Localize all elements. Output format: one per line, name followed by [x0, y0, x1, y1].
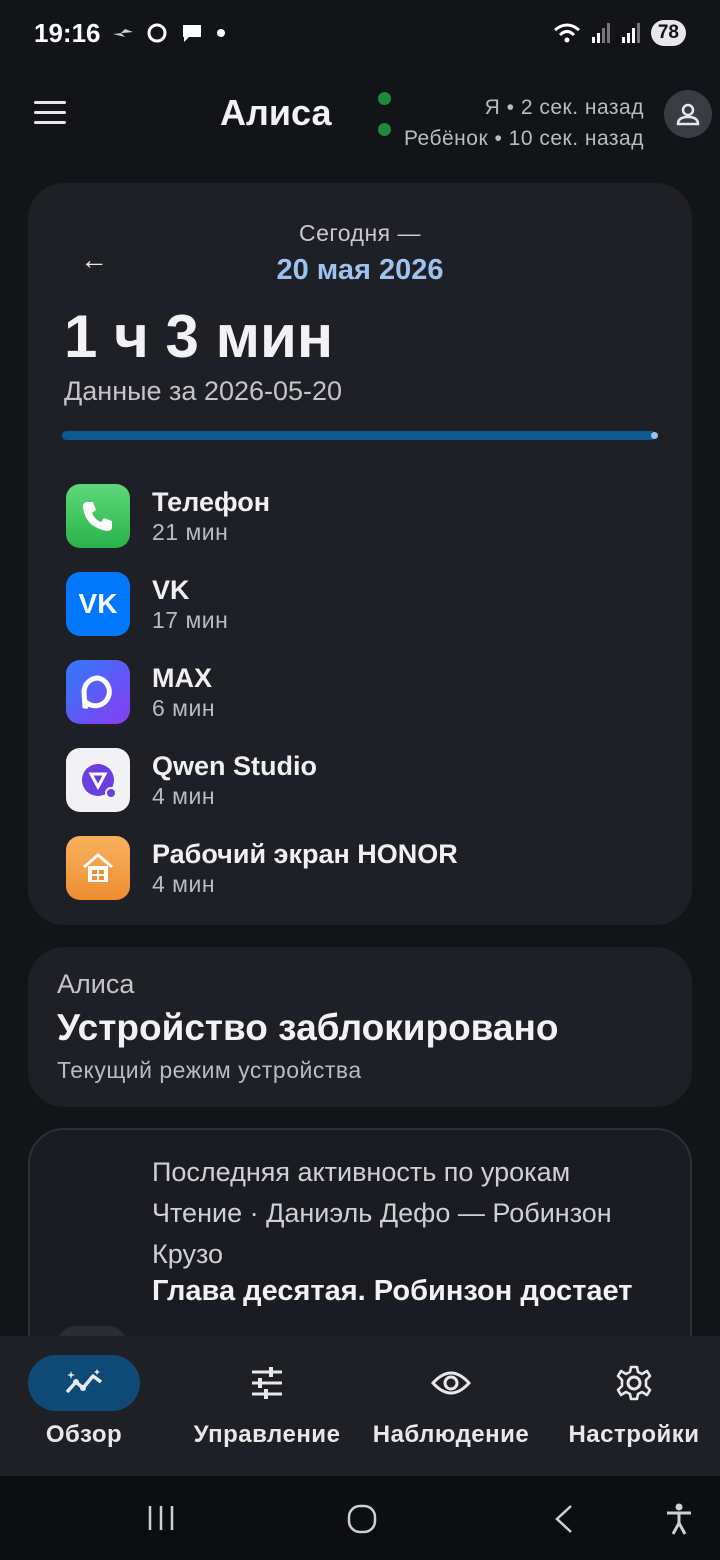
bottom-navigation: Обзор Управление Наблюдение Настройки: [0, 1336, 720, 1476]
app-time: 17 мин: [152, 607, 229, 633]
wifi-icon: [553, 23, 580, 43]
vk-icon: VK: [66, 572, 130, 636]
status-system-icons: 78: [553, 20, 686, 46]
recents-icon[interactable]: [146, 1504, 176, 1532]
person-icon: [676, 103, 700, 126]
online-dot: [377, 92, 391, 105]
lessons-heading: Последняя активность по урокам: [152, 1157, 571, 1187]
max-app-icon: [147, 23, 167, 43]
tab-overview[interactable]: Обзор: [24, 1336, 144, 1449]
tab-settings-pill: [578, 1355, 690, 1411]
tab-management-pill: [211, 1355, 323, 1411]
device-mode-status: Устройство заблокировано: [57, 1007, 559, 1048]
presence-me-label: Я • 2 сек. назад: [484, 96, 644, 119]
lesson-subject: Чтение · Даниэль Дефо — Робинзон Крузо: [152, 1198, 612, 1269]
list-item[interactable]: Телефон 21 мин: [66, 472, 666, 560]
qwen-icon: [66, 748, 130, 812]
list-item[interactable]: VK VK 17 мин: [66, 560, 666, 648]
progress-knob: [651, 432, 658, 439]
menu-icon-line: [34, 111, 66, 114]
system-navigation-bar: [0, 1476, 720, 1560]
max-icon: [66, 660, 130, 724]
app-name: VK: [152, 575, 190, 605]
device-mode-caption: Текущий режим устройства: [57, 1057, 362, 1083]
date-picker[interactable]: 20 мая 2026: [0, 254, 720, 287]
tab-settings[interactable]: Настройки: [566, 1336, 702, 1449]
usage-progress-bar: [62, 431, 658, 440]
total-screen-time: 1 ч 3 мин: [64, 303, 334, 370]
sliders-icon: [252, 1367, 282, 1399]
presence-child-label: Ребёнок • 10 сек. назад: [403, 127, 644, 150]
tab-monitoring-label: Наблюдение: [372, 1421, 530, 1448]
presence-row-child: Ребёнок • 10 сек. назад: [377, 123, 644, 154]
eye-icon: [431, 1371, 471, 1395]
lesson-chapter: Глава десятая. Робинзон достает: [152, 1275, 633, 1307]
airplane-like-icon: [113, 29, 133, 37]
gear-icon: [616, 1365, 652, 1401]
chat-bubble-icon: [183, 25, 201, 42]
device-owner: Алиса: [57, 969, 135, 999]
avatar[interactable]: [664, 90, 712, 138]
app-name: Qwen Studio: [152, 751, 317, 781]
app-time: 4 мин: [152, 871, 216, 897]
signal-icon: [621, 23, 640, 43]
presence-row-me: Я • 2 сек. назад: [377, 92, 644, 123]
page-title: Алиса: [220, 92, 332, 133]
lessons-heading-block: Последняя активность по урокам Чтение · …: [152, 1152, 672, 1275]
app-time: 21 мин: [152, 519, 229, 545]
phone-icon: [66, 484, 130, 548]
app-name: MAX: [152, 663, 212, 693]
tab-management[interactable]: Управление: [190, 1336, 344, 1449]
menu-button[interactable]: [34, 101, 66, 125]
usage-progress-fill: [62, 431, 658, 440]
today-label: Сегодня —: [298, 220, 422, 246]
list-item[interactable]: MAX 6 мин: [66, 648, 666, 736]
back-icon[interactable]: [552, 1504, 576, 1534]
status-time: 19:16: [34, 18, 101, 48]
overview-chart-icon: [65, 1369, 103, 1394]
app-name: Телефон: [152, 487, 271, 517]
signal-icon: [591, 23, 610, 43]
battery-icon: 78: [650, 20, 686, 46]
list-item[interactable]: Qwen Studio 4 мин: [66, 736, 666, 824]
home-button-icon[interactable]: [347, 1504, 377, 1534]
tab-overview-label: Обзор: [45, 1421, 123, 1448]
dot-icon: [217, 29, 225, 37]
tab-overview-pill: [28, 1355, 140, 1411]
list-item[interactable]: Рабочий экран HONOR 4 мин: [66, 824, 666, 912]
app-usage-list: Телефон 21 мин VK VK 17 мин MAX 6 мин Qw…: [66, 472, 666, 912]
status-notification-icons: [112, 22, 226, 44]
data-for-label: Данные за 2026-05-20: [64, 376, 343, 406]
home-icon: [66, 836, 130, 900]
tab-management-label: Управление: [193, 1421, 341, 1448]
menu-icon-line: [34, 121, 66, 124]
app-name: Рабочий экран HONOR: [152, 839, 458, 869]
app-time: 4 мин: [152, 783, 216, 809]
accessibility-icon[interactable]: [664, 1502, 694, 1536]
online-dot: [377, 123, 391, 136]
tab-settings-label: Настройки: [568, 1421, 700, 1448]
menu-icon: [34, 101, 66, 104]
tab-monitoring[interactable]: Наблюдение: [370, 1336, 532, 1449]
presence-status: Я • 2 сек. назад Ребёнок • 10 сек. назад: [377, 92, 644, 154]
app-time: 6 мин: [152, 695, 216, 721]
tab-monitoring-pill: [395, 1355, 507, 1411]
